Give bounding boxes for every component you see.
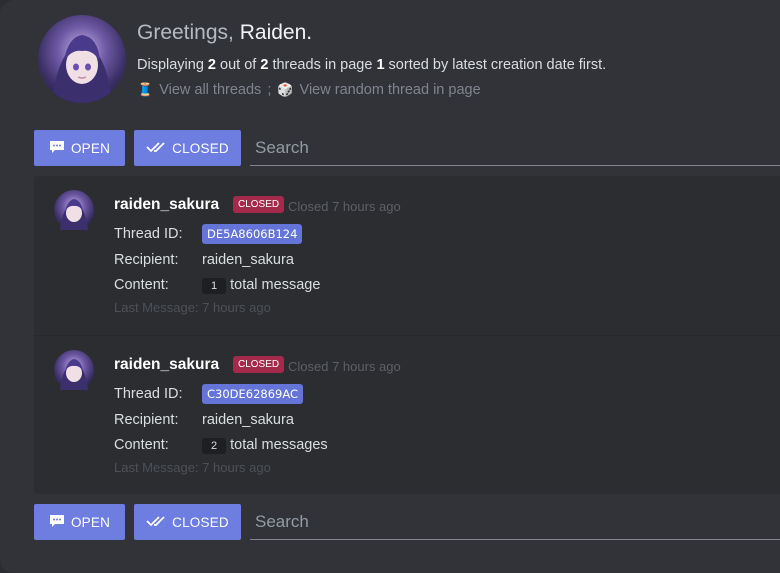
content-row: Content: 2 total messages — [114, 437, 328, 454]
view-all-threads-link[interactable]: View all threads — [159, 82, 261, 98]
closed-filter-button[interactable]: CLOSED — [134, 504, 241, 540]
recipient-label: Recipient: — [114, 252, 179, 268]
thread-card[interactable]: raiden_sakura CLOSED Closed 7 hours ago … — [34, 335, 780, 494]
closed-filter-label: CLOSED — [172, 514, 229, 530]
thread-username: raiden_sakura — [114, 196, 220, 213]
summary-shown-count: 2 — [207, 57, 216, 73]
closed-time: Closed 7 hours ago — [288, 199, 401, 214]
avatar-portrait-icon — [52, 35, 112, 103]
content-label: Content: — [114, 437, 169, 453]
summary-text-4: sorted by latest creation date first. — [384, 57, 607, 73]
header-links: 🧵 View all threads ; 🎲 View random thread i… — [137, 82, 481, 98]
content-row: Content: 1 total message — [114, 277, 320, 294]
search-input[interactable] — [250, 511, 780, 532]
thread-card[interactable]: raiden_sakura CLOSED Closed 7 hours ago … — [34, 176, 780, 334]
open-filter-label: OPEN — [70, 514, 111, 530]
double-check-icon — [146, 515, 166, 530]
recipient-row: Recipient: raiden_sakura — [114, 252, 294, 268]
recipient-row: Recipient: raiden_sakura — [114, 412, 294, 428]
user-avatar — [38, 15, 126, 103]
content-label: Content: — [114, 277, 169, 293]
thread-username: raiden_sakura — [114, 356, 220, 373]
greeting-prefix: Greetings, — [137, 21, 240, 44]
link-separator: ; — [267, 82, 272, 98]
view-random-thread-link[interactable]: View random thread in page — [300, 82, 481, 98]
message-unit: total message — [230, 277, 321, 293]
search-box — [250, 130, 780, 166]
modmail-page: Greetings, Raiden. Displaying 2 out of 2… — [0, 0, 780, 573]
open-filter-button[interactable]: OPEN — [34, 504, 125, 540]
search-box — [250, 504, 780, 540]
thread-list: raiden_sakura CLOSED Closed 7 hours ago … — [34, 176, 780, 494]
thread-spool-icon: 🧵 — [137, 82, 154, 97]
open-filter-label: OPEN — [70, 140, 111, 156]
dice-icon: 🎲 — [277, 82, 294, 97]
message-count: 1 — [202, 278, 227, 294]
chat-bubble-icon — [49, 514, 65, 531]
message-count: 2 — [202, 438, 227, 454]
closed-time: Closed 7 hours ago — [288, 359, 401, 374]
closed-filter-button[interactable]: CLOSED — [134, 130, 241, 166]
double-check-icon — [146, 141, 166, 156]
thread-id-chip[interactable]: C30DE62869AC — [202, 384, 304, 404]
summary-text-3: threads in page — [268, 57, 377, 73]
summary-text-1: Displaying — [137, 57, 208, 73]
page-summary: Displaying 2 out of 2 threads in page 1 … — [137, 57, 606, 73]
open-filter-button[interactable]: OPEN — [34, 130, 125, 166]
filter-toolbar-top: OPEN CLOSED — [34, 130, 780, 166]
greeting: Greetings, Raiden. — [137, 21, 312, 45]
thread-id-row: Thread ID: C30DE62869AC — [114, 384, 304, 404]
chat-bubble-icon — [49, 140, 65, 157]
thread-avatar — [54, 350, 94, 390]
filter-toolbar-bottom: OPEN CLOSED — [34, 504, 780, 540]
thread-id-label: Thread ID: — [114, 386, 183, 402]
thread-id-chip[interactable]: DE5A8606B124 — [202, 224, 303, 244]
thread-avatar — [54, 190, 94, 230]
recipient-label: Recipient: — [114, 412, 179, 428]
message-unit: total messages — [230, 437, 328, 453]
thread-id-label: Thread ID: — [114, 226, 183, 242]
summary-text-2: out of — [216, 57, 261, 73]
greeting-name: Raiden. — [239, 21, 313, 44]
closed-filter-label: CLOSED — [172, 140, 229, 156]
recipient-value: raiden_sakura — [202, 252, 294, 268]
status-badge: CLOSED — [233, 356, 285, 373]
header: Greetings, Raiden. Displaying 2 out of 2… — [38, 15, 780, 115]
recipient-value: raiden_sakura — [202, 412, 294, 428]
thread-id-row: Thread ID: DE5A8606B124 — [114, 224, 303, 244]
last-message: Last Message: 7 hours ago — [114, 300, 271, 315]
last-message: Last Message: 7 hours ago — [114, 460, 271, 475]
status-badge: CLOSED — [233, 196, 285, 213]
summary-page-number: 1 — [376, 57, 385, 73]
search-input[interactable] — [250, 137, 780, 158]
